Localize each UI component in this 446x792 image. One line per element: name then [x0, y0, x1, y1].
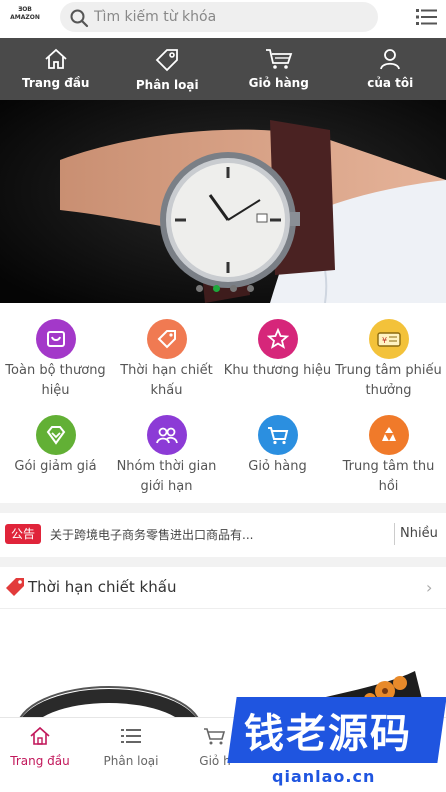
recycle-icon — [368, 415, 409, 455]
logo-line-1: ƎOB — [18, 6, 32, 13]
category-label: Giỏ hàng — [248, 459, 307, 474]
banner-watch-image — [0, 100, 446, 303]
watermark-title: 钱老源码 — [244, 711, 412, 757]
category-label: Trung tâm thu hồi — [342, 459, 435, 494]
home-icon — [30, 726, 50, 745]
category-coupon-center[interactable]: ¥ Trung tâm phiếu thưởng — [333, 319, 444, 401]
svg-text:¥: ¥ — [382, 336, 387, 345]
category-discount-time[interactable]: Thời hạn chiết khấu — [111, 319, 222, 401]
logo[interactable]: ƎOB AMAZON — [8, 6, 42, 28]
top-nav-account[interactable]: của tôi — [335, 38, 446, 100]
price-tag-icon — [146, 319, 187, 359]
menu-list-icon[interactable] — [416, 7, 438, 27]
announcement-bar[interactable]: 公告 关于跨境电子商务零售进出口商品有... Nhiều — [0, 513, 446, 557]
tab-category[interactable]: Phân loại — [86, 726, 176, 768]
category-label: Gói giảm giá — [14, 459, 97, 474]
category-recycle-center[interactable]: Trung tâm thu hồi — [333, 415, 444, 497]
carousel-dot[interactable] — [247, 285, 254, 292]
top-nav-category-label: Phân loại — [135, 78, 199, 92]
chevron-right-icon[interactable]: › — [426, 578, 432, 597]
carousel-dots — [196, 285, 254, 292]
top-nav-account-label: của tôi — [367, 76, 414, 90]
top-bar: ƎOB AMAZON — [0, 0, 446, 38]
top-nav-home-label: Trang đầu — [22, 76, 90, 90]
category-brand-zone[interactable]: Khu thương hiệu — [222, 319, 333, 381]
app-page: ƎOB AMAZON Trang đầu — [0, 0, 446, 792]
announcement-divider — [394, 523, 395, 545]
category-label: Thời hạn chiết khấu — [120, 363, 213, 398]
category-all-brands[interactable]: Toàn bộ thương hiệu — [0, 319, 111, 401]
search-box[interactable] — [60, 2, 378, 32]
user-icon — [380, 49, 401, 70]
category-label: Khu thương hiệu — [223, 363, 332, 378]
tab-home[interactable]: Trang đầu — [0, 726, 85, 768]
category-discount-pack[interactable]: Gói giảm giá — [0, 415, 111, 477]
group-icon — [146, 415, 187, 455]
category-label: Toàn bộ thương hiệu — [5, 363, 106, 398]
category-limited-group[interactable]: Nhóm thời gian giới hạn — [111, 415, 222, 497]
carousel-dot[interactable] — [230, 285, 237, 292]
top-nav-category[interactable]: Phân loại — [112, 38, 224, 100]
watermark-logo: 钱老源码 qianlao.cn — [222, 693, 446, 792]
tag-icon — [155, 49, 179, 72]
cart-icon — [265, 49, 292, 69]
discount-section-header[interactable]: Thời hạn chiết khấu › — [0, 567, 446, 609]
carousel-dot[interactable] — [196, 285, 203, 292]
watermark-url: qianlao.cn — [272, 767, 376, 786]
top-nav: Trang đầu Phân loại Giỏ hàng của tôi — [0, 38, 446, 100]
price-tag-icon — [6, 578, 24, 596]
search-icon — [70, 9, 89, 28]
search-input[interactable] — [94, 7, 364, 27]
category-cart[interactable]: Giỏ hàng — [222, 415, 333, 477]
tab-category-label: Phân loại — [103, 754, 159, 768]
category-label: Trung tâm phiếu thưởng — [335, 363, 442, 398]
banner-carousel[interactable] — [0, 100, 446, 303]
cart-icon — [257, 415, 298, 455]
top-nav-home[interactable]: Trang đầu — [0, 38, 112, 100]
bag-icon — [35, 319, 76, 359]
discount-section-title: Thời hạn chiết khấu — [28, 578, 177, 596]
announcement-text[interactable]: 关于跨境电子商务零售进出口商品有... — [50, 526, 386, 543]
tab-home-label: Trang đầu — [10, 754, 70, 768]
list-icon — [121, 729, 141, 743]
category-grid: Toàn bộ thương hiệu Thời hạn chiết khấu … — [0, 303, 446, 503]
coupon-icon: ¥ — [368, 319, 409, 359]
carousel-dot-active[interactable] — [213, 285, 220, 292]
top-nav-cart-label: Giỏ hàng — [248, 76, 309, 90]
diamond-icon — [35, 415, 76, 455]
category-label: Nhóm thời gian giới hạn — [116, 459, 217, 494]
star-icon — [257, 319, 298, 359]
logo-line-2: AMAZON — [10, 14, 40, 21]
announcement-more-link[interactable]: Nhiều — [400, 526, 438, 541]
announcement-tag: 公告 — [5, 524, 42, 544]
top-nav-cart[interactable]: Giỏ hàng — [223, 38, 335, 100]
home-icon — [45, 48, 67, 69]
